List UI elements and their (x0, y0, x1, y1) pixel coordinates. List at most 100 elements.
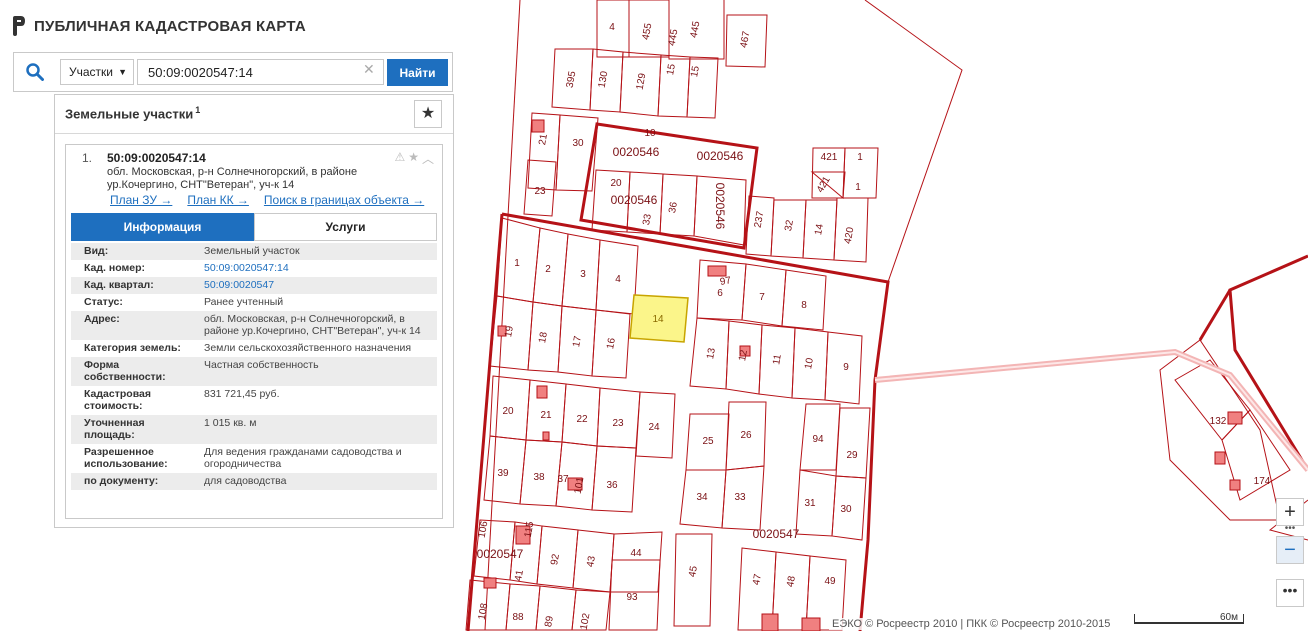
info-value: обл. Московская, р-н Солнечногорский, в … (194, 311, 437, 340)
copyright-footer: ЕЭКО © Росреестр 2010 | ПКК © Росреестр … (829, 618, 1114, 630)
parcel-label: 18 (537, 331, 550, 344)
search-input[interactable] (137, 59, 384, 85)
info-value: Для ведения гражданами садоводства и ого… (204, 446, 402, 470)
parcel-label: 33 (641, 213, 654, 226)
chevron-up-icon[interactable]: ︿ (422, 150, 434, 167)
search-in-bounds-link[interactable]: Поиск в границах объекта → (264, 193, 424, 207)
parcel-label: 37 (557, 474, 569, 485)
table-row: по документу: для садоводства (71, 473, 437, 490)
parcel-label: 421 (821, 152, 838, 163)
parcel-label: 31 (804, 498, 816, 509)
parcel-label: 115 (523, 520, 537, 538)
parcel-label: 29 (846, 450, 858, 461)
parcel-label: 101 (573, 476, 587, 495)
quarter-label: 0020547 (477, 547, 524, 561)
clear-icon[interactable]: ✕ (363, 61, 375, 78)
parcel-label: 1 (857, 152, 863, 163)
result-links: План ЗУ → План КК → Поиск в границах объ… (110, 193, 439, 207)
parcel-label: 24 (648, 422, 660, 433)
info-value: 831 721,45 руб. (204, 388, 280, 400)
parcel-label: 9 (843, 362, 849, 373)
parcel-label: 15 (665, 63, 678, 76)
table-row: Кадастровая стоимость: 831 721,45 руб. (71, 386, 437, 415)
table-row: Адрес: обл. Московская, р-н Солнечногорск… (71, 311, 437, 340)
panel-title-text: Земельные участки (65, 106, 194, 122)
parcel-label: 39 (497, 468, 509, 479)
parcel-label: 45 (687, 565, 700, 578)
parcel-label: 32 (783, 219, 796, 232)
parcel-label: 93 (626, 592, 638, 603)
info-value[interactable]: 50:09:0020547 (194, 277, 437, 294)
more-button[interactable]: ••• (1276, 579, 1304, 607)
tab-services[interactable]: Услуги (254, 213, 437, 241)
parcel-label: 395 (565, 70, 579, 89)
table-row: Вид: Земельный участок (71, 243, 437, 260)
parcel-label: 130 (597, 70, 611, 89)
quarter-label: 0020546 (613, 145, 660, 159)
parcel-label: 25 (702, 436, 714, 447)
result-card[interactable]: 1. 50:09:0020547:14 обл. Московская, р-н… (65, 144, 443, 519)
parcel-label: 44 (630, 548, 642, 559)
parcel-label: 1 (514, 258, 520, 269)
parcel-label: 15 (689, 65, 702, 78)
parcel-label: 43 (585, 555, 598, 568)
zoom-controls: + ••• − (1276, 498, 1306, 564)
warning-icon[interactable]: ⚠ (394, 150, 405, 167)
info-key: Уточненная площадь: (71, 415, 194, 444)
parcel-label: 8 (801, 300, 807, 311)
parcel-label: 20 (610, 178, 622, 189)
table-row: Кад. квартал: 50:09:0020547 (71, 277, 437, 294)
parcel-label: 33 (734, 492, 746, 503)
panel-title: Земельные участки 1 (65, 105, 200, 121)
info-value: Ранее учтенный (204, 296, 284, 308)
chevron-down-icon: ▼ (118, 67, 127, 77)
parcel-label: 92 (549, 553, 562, 566)
tab-info[interactable]: Информация (71, 213, 254, 241)
results-panel: Земельные участки 1 ★ 1. 50:09:0020547:14… (54, 94, 454, 528)
star-icon[interactable]: ★ (408, 150, 419, 167)
quarter-label: 0020547 (753, 527, 800, 541)
plan-kk-link[interactable]: План КК → (187, 193, 249, 207)
zoom-out-button[interactable]: − (1276, 536, 1304, 564)
parcel-label: 6 (717, 288, 723, 299)
info-value[interactable]: 50:09:0020547:14 (194, 260, 437, 277)
parcel-label: 237 (753, 210, 767, 229)
search-type-select[interactable]: Участки ▼ (60, 59, 134, 85)
info-key: Форма собственности: (71, 357, 194, 386)
find-button[interactable]: Найти (387, 59, 448, 86)
parcel-label: 36 (667, 201, 680, 214)
card-tabs: Информация Услуги (71, 213, 437, 241)
search-bar: Участки ▼ ✕ Найти (13, 52, 453, 92)
parcel-label: 21 (537, 133, 550, 146)
result-cad-number[interactable]: 50:09:0020547:14 (107, 151, 206, 165)
parcel-label: 445 (667, 28, 681, 47)
parcel-label: 421 (815, 174, 833, 194)
parcel-label: 467 (739, 30, 753, 49)
info-key: Кадастровая стоимость: (84, 388, 151, 412)
search-icon[interactable] (26, 63, 44, 84)
quarter-label: 0020546 (713, 183, 727, 230)
parcel-label: 88 (512, 612, 524, 623)
result-address: обл. Московская, р-н Солнечногорский, в … (107, 166, 358, 191)
info-key: Разрешенное использование: (84, 446, 168, 470)
parcel-label: 23 (534, 186, 546, 197)
parcel-label: 2 (545, 264, 551, 275)
result-number: 1. (82, 151, 93, 165)
parcel-label: 30 (840, 504, 852, 515)
info-key: Кад. квартал: (71, 277, 194, 294)
parcel-label: 38 (533, 472, 545, 483)
parcel-label: 97 (719, 275, 732, 288)
info-value: Частная собственность (194, 357, 437, 386)
zoom-in-button[interactable]: + (1276, 498, 1304, 526)
parcel-label: 17 (571, 335, 584, 348)
parcel-label: 445 (689, 20, 703, 39)
card-tools: ⚠ ★ ︿ (394, 150, 434, 167)
info-value: Земли сельскохозяйственного назначения (204, 342, 412, 354)
info-value: Земельный участок (194, 243, 437, 260)
parcel-label: 455 (641, 22, 655, 41)
parcel-label: 20 (502, 406, 514, 417)
parcel-label: 10 (644, 128, 656, 139)
parcel-label: 19 (503, 325, 516, 338)
favorite-button[interactable]: ★ (414, 100, 442, 128)
plan-zu-link[interactable]: План ЗУ → (110, 193, 172, 207)
